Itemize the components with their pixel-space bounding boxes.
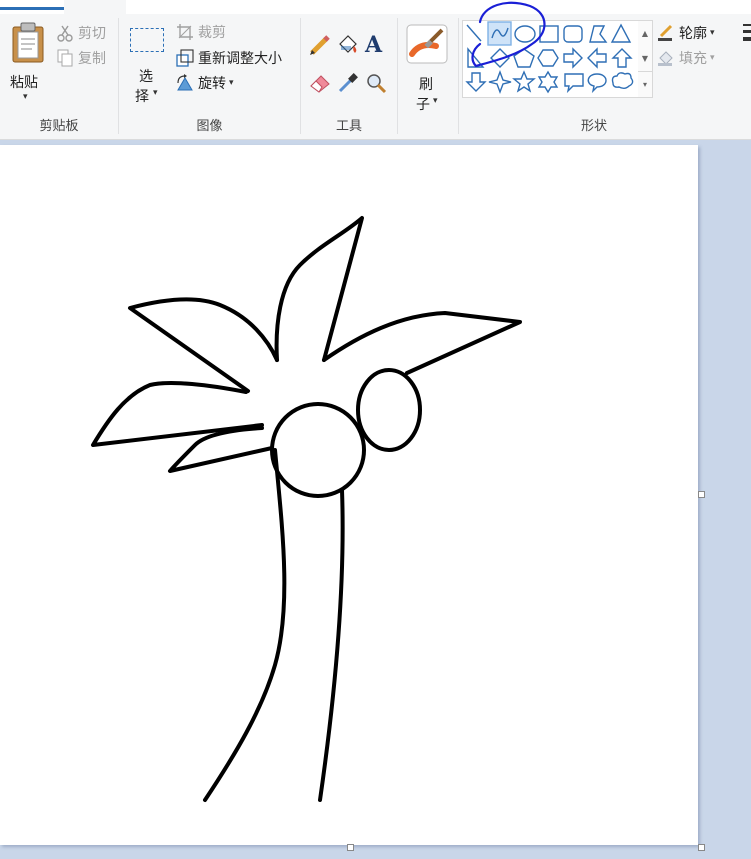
rotate-label: 旋转 bbox=[198, 76, 226, 92]
crop-label: 裁剪 bbox=[198, 25, 226, 41]
brushes-dropdown-caret[interactable]: ▾ bbox=[433, 96, 438, 106]
resize-button[interactable]: 重新调整大小 bbox=[176, 47, 282, 69]
brush-icon bbox=[406, 24, 448, 64]
home-tab[interactable] bbox=[64, 0, 126, 14]
trunk-left-line bbox=[203, 448, 287, 802]
outline-dropdown-caret[interactable]: ▾ bbox=[710, 28, 715, 38]
outline-label: 轮廓 bbox=[679, 26, 707, 42]
size-lines-icon bbox=[743, 24, 751, 41]
text-tool-icon[interactable]: A bbox=[365, 32, 382, 58]
gallery-scroll-up-button[interactable]: ▲ bbox=[638, 21, 652, 46]
palm-tree-drawing bbox=[91, 216, 522, 802]
clipboard-group-label: 剪贴板 bbox=[39, 119, 79, 134]
rotate-icon bbox=[177, 74, 193, 91]
leaf-upper-left bbox=[128, 297, 279, 393]
rotate-button[interactable]: 旋转 ▾ bbox=[176, 72, 234, 94]
rotate-dropdown-caret[interactable]: ▾ bbox=[229, 78, 234, 88]
select-label-line2: 择 bbox=[135, 89, 149, 105]
outline-button[interactable]: 轮廓 ▾ bbox=[657, 22, 715, 44]
gallery-expand-button[interactable]: ▾ bbox=[638, 71, 652, 97]
canvas-resize-handle-corner[interactable] bbox=[698, 844, 705, 851]
shapes-gallery-scrollbar: ▲ ▼ ▾ bbox=[638, 20, 653, 98]
brushes-button[interactable]: 刷 子 ▾ bbox=[404, 22, 452, 113]
eraser-icon[interactable] bbox=[309, 72, 331, 94]
polygon-shape[interactable] bbox=[589, 25, 608, 43]
shapes-group-label: 形状 bbox=[580, 119, 607, 134]
cut-label: 剪切 bbox=[78, 26, 106, 42]
select-label-line1: 选 bbox=[139, 69, 153, 85]
outline-pencil-icon bbox=[658, 24, 673, 41]
gallery-scroll-down-button[interactable]: ▼ bbox=[638, 46, 652, 71]
annotation-circle bbox=[471, 1, 546, 68]
coconut-circle-2 bbox=[356, 368, 422, 452]
selection-rectangle-icon bbox=[130, 28, 164, 52]
scissors-icon bbox=[57, 25, 73, 42]
fill-icon bbox=[658, 51, 673, 66]
crop-icon bbox=[177, 24, 193, 40]
select-dropdown-caret[interactable]: ▾ bbox=[153, 88, 158, 98]
resize-label: 重新调整大小 bbox=[198, 51, 282, 67]
coconut-circle-1 bbox=[270, 402, 366, 498]
brushes-label-line1: 刷 bbox=[419, 77, 433, 93]
pencil-icon[interactable] bbox=[309, 34, 331, 56]
copy-button[interactable]: 复制 bbox=[56, 47, 106, 69]
magnifier-icon[interactable] bbox=[365, 72, 387, 94]
drawing-canvas[interactable] bbox=[0, 145, 698, 845]
resize-icon bbox=[176, 49, 194, 67]
ribbon: 粘贴 ▾ 剪切 复制 剪贴板 选 择 ▾ 裁剪 重新调整大小 旋转 ▾ 图像 A… bbox=[0, 0, 751, 140]
fill-label: 填充 bbox=[679, 51, 707, 67]
left-arrow-shape[interactable] bbox=[587, 47, 607, 69]
triangle-shape[interactable] bbox=[610, 23, 632, 43]
fill-bucket-icon[interactable] bbox=[337, 34, 359, 56]
paste-label: 粘贴 bbox=[10, 75, 38, 91]
clipboard-icon bbox=[12, 22, 44, 63]
oval-callout-shape[interactable] bbox=[587, 73, 607, 94]
image-group: 选 择 ▾ 裁剪 重新调整大小 旋转 ▾ 图像 bbox=[119, 14, 300, 138]
rounded-rectangle-shape[interactable] bbox=[563, 25, 583, 43]
clipboard-group: 粘贴 ▾ 剪切 复制 剪贴板 bbox=[0, 14, 118, 138]
cloud-callout-shape[interactable] bbox=[611, 72, 634, 89]
paste-dropdown-caret[interactable]: ▾ bbox=[23, 92, 28, 102]
brushes-label-line2: 子 bbox=[416, 97, 430, 113]
leaf-top bbox=[274, 216, 364, 362]
cut-button[interactable]: 剪切 bbox=[56, 22, 106, 44]
crop-button[interactable]: 裁剪 bbox=[176, 21, 226, 43]
leaf-right bbox=[322, 311, 522, 375]
tools-group: A 工具 bbox=[301, 14, 397, 138]
tools-group-label: 工具 bbox=[335, 119, 362, 134]
image-group-label: 图像 bbox=[196, 119, 223, 134]
copy-icon bbox=[57, 49, 73, 67]
trunk-right-line bbox=[318, 488, 345, 802]
fill-dropdown-caret[interactable]: ▾ bbox=[710, 53, 715, 63]
leaf-left bbox=[91, 380, 264, 447]
file-tab[interactable] bbox=[0, 7, 64, 10]
size-button[interactable] bbox=[741, 24, 751, 52]
canvas-resize-handle-bottom[interactable] bbox=[347, 844, 354, 851]
brushes-group: 刷 子 ▾ bbox=[398, 14, 458, 138]
fill-button[interactable]: 填充 ▾ bbox=[657, 47, 715, 69]
select-button[interactable]: 选 择 ▾ bbox=[127, 24, 167, 108]
color-picker-icon[interactable] bbox=[337, 72, 359, 94]
copy-label: 复制 bbox=[78, 51, 106, 67]
paste-button[interactable]: 粘贴 ▾ bbox=[4, 20, 50, 106]
right-arrow-shape[interactable] bbox=[563, 47, 583, 69]
canvas-resize-handle-right[interactable] bbox=[698, 491, 705, 498]
up-arrow-shape[interactable] bbox=[611, 48, 633, 68]
rounded-callout-shape[interactable] bbox=[564, 73, 584, 94]
